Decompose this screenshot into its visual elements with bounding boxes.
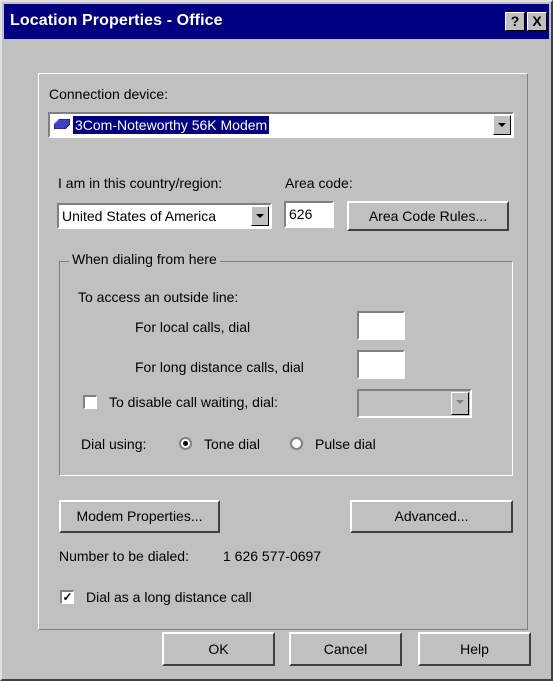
help-title-button[interactable]: ? bbox=[505, 12, 525, 31]
dialog-window: Location Properties - Office ? X Connect… bbox=[0, 0, 553, 681]
tone-dial-radio[interactable] bbox=[179, 437, 192, 450]
help-button[interactable]: Help bbox=[418, 632, 531, 666]
local-calls-label: For local calls, dial bbox=[135, 319, 251, 335]
radio-selected-dot bbox=[183, 441, 188, 446]
area-code-rules-button[interactable]: Area Code Rules... bbox=[347, 201, 509, 231]
chevron-down-icon[interactable] bbox=[251, 206, 269, 226]
outside-line-label: To access an outside line: bbox=[78, 289, 239, 305]
pulse-dial-radio[interactable] bbox=[290, 437, 303, 450]
chevron-down-icon[interactable] bbox=[451, 392, 469, 415]
advanced-button[interactable]: Advanced... bbox=[350, 500, 513, 533]
call-waiting-select[interactable] bbox=[357, 389, 472, 418]
connection-device-value: 3Com-Noteworthy 56K Modem bbox=[71, 115, 271, 135]
ok-button[interactable]: OK bbox=[162, 632, 275, 666]
window-title: Location Properties - Office bbox=[10, 12, 223, 29]
area-code-value: 626 bbox=[289, 206, 313, 222]
modem-icon bbox=[54, 119, 70, 129]
chevron-down-icon[interactable] bbox=[493, 115, 511, 135]
long-distance-label: For long distance calls, dial bbox=[135, 359, 304, 375]
tone-dial-label: Tone dial bbox=[204, 436, 261, 452]
cancel-button[interactable]: Cancel bbox=[289, 632, 402, 666]
modem-properties-button[interactable]: Modem Properties... bbox=[59, 500, 220, 533]
connection-device-select[interactable]: 3Com-Noteworthy 56K Modem bbox=[48, 112, 514, 138]
title-bar[interactable]: Location Properties - Office ? X bbox=[4, 4, 549, 39]
area-code-input[interactable]: 626 bbox=[284, 201, 334, 228]
country-value: United States of America bbox=[62, 208, 217, 224]
country-select[interactable]: United States of America bbox=[57, 203, 272, 229]
dial-using-label: Dial using: bbox=[81, 436, 147, 452]
connection-device-label: Connection device: bbox=[49, 86, 169, 102]
number-to-dial-value: 1 626 577-0697 bbox=[223, 548, 322, 564]
properties-panel: Connection device: 3Com-Noteworthy 56K M… bbox=[38, 73, 528, 630]
pulse-dial-label: Pulse dial bbox=[315, 436, 376, 452]
long-distance-call-label: Dial as a long distance call bbox=[86, 589, 252, 605]
disable-call-waiting-checkbox[interactable] bbox=[83, 395, 97, 409]
area-code-label: Area code: bbox=[285, 175, 353, 191]
long-distance-call-checkbox[interactable]: ✓ bbox=[60, 590, 74, 604]
local-calls-input[interactable] bbox=[357, 311, 405, 340]
disable-call-waiting-label: To disable call waiting, dial: bbox=[109, 394, 278, 410]
long-distance-input[interactable] bbox=[357, 350, 405, 379]
number-to-dial-label: Number to be dialed: bbox=[59, 548, 189, 564]
country-label: I am in this country/region: bbox=[58, 175, 223, 191]
dialing-group-title: When dialing from here bbox=[69, 251, 220, 267]
close-title-button[interactable]: X bbox=[527, 12, 547, 31]
